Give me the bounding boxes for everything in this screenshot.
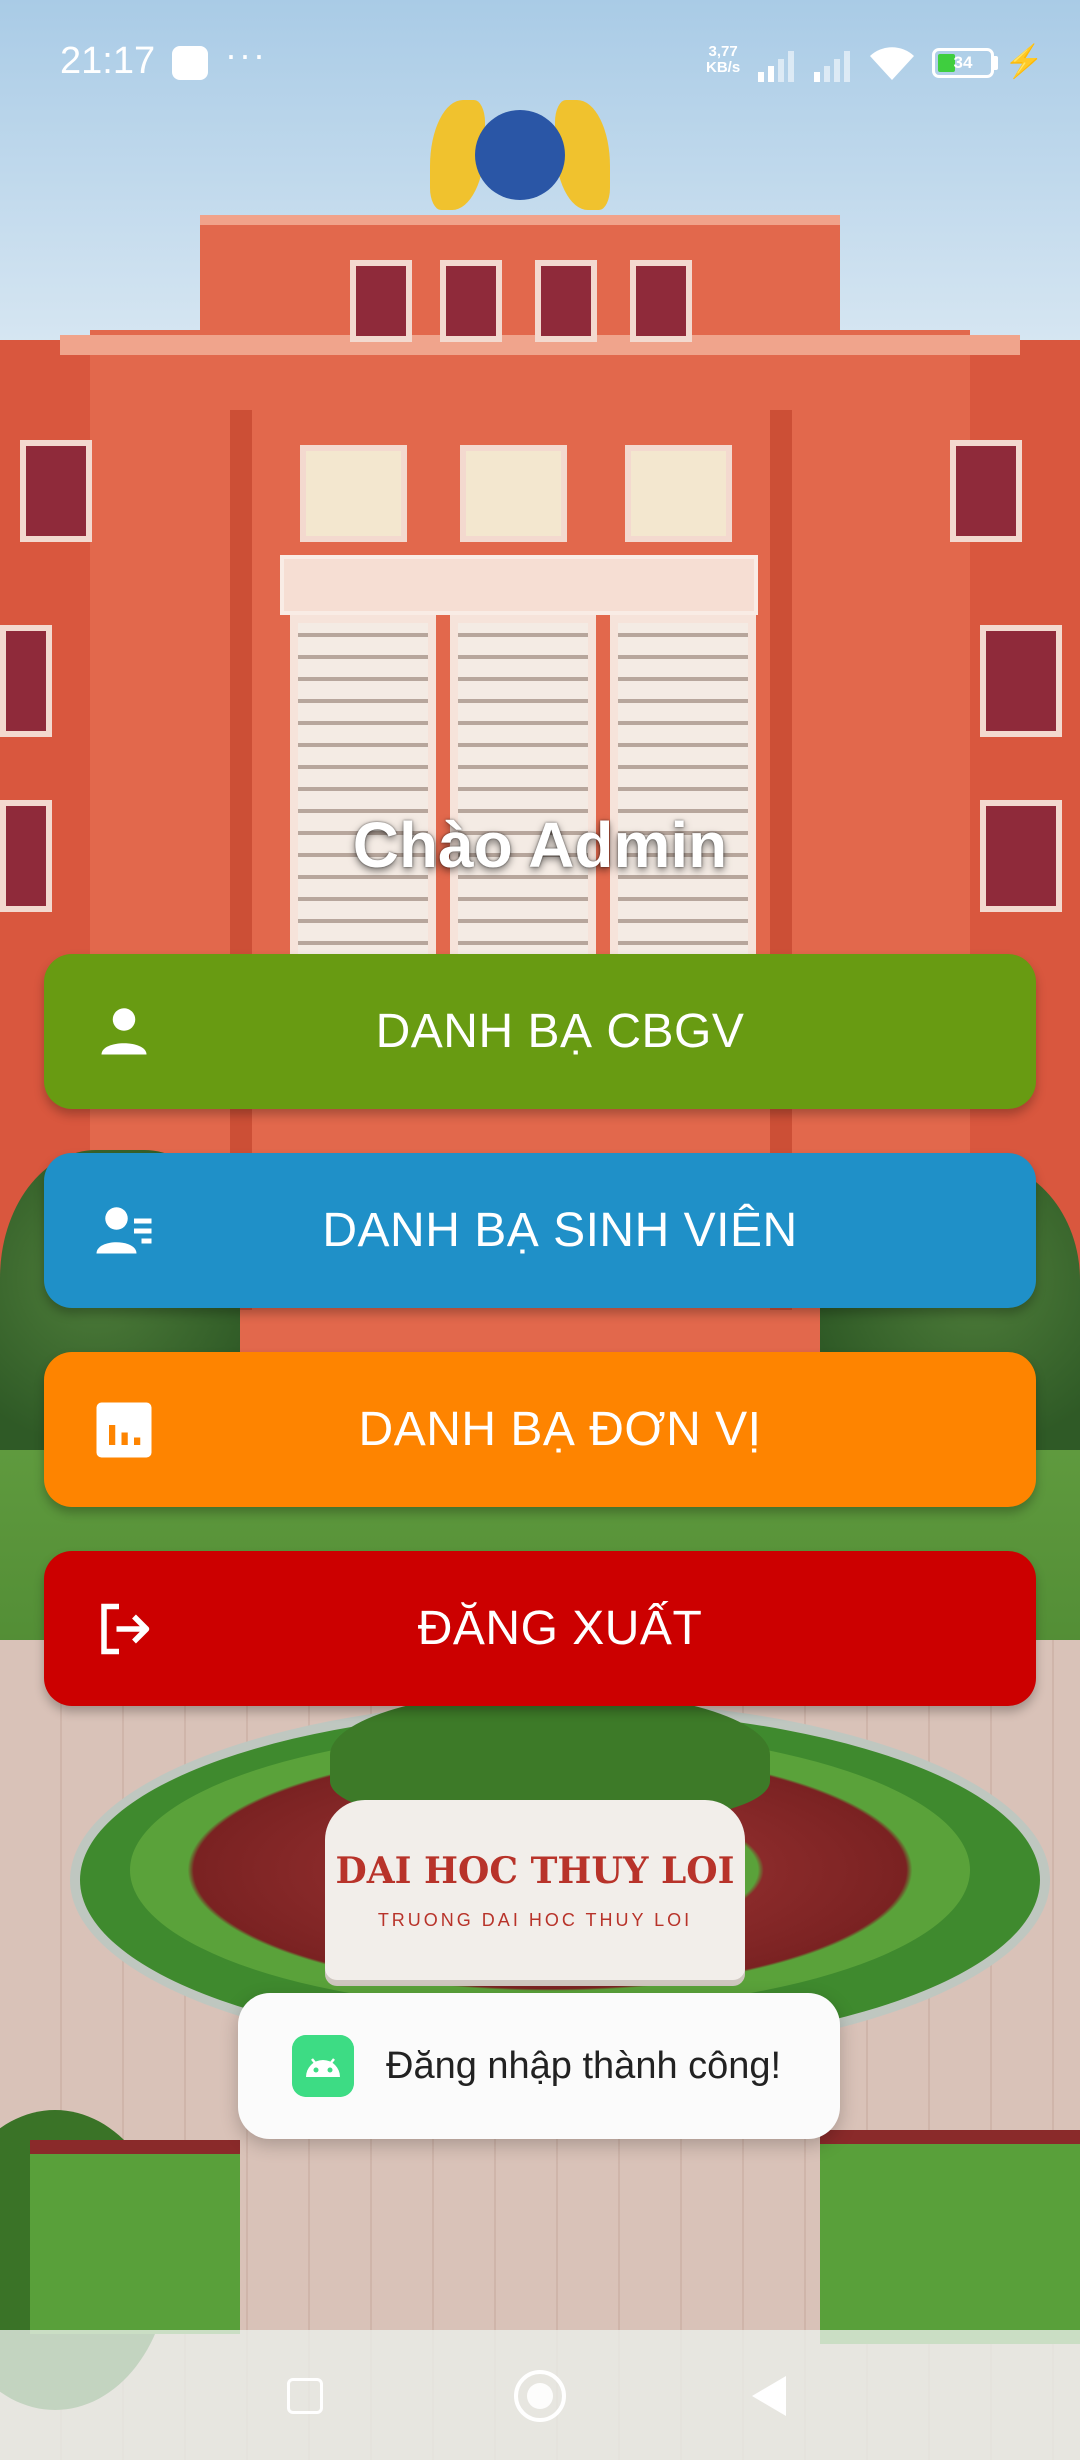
more-notifications-icon: ··· <box>225 34 267 75</box>
logout-icon <box>101 1603 150 1654</box>
window <box>440 260 502 342</box>
charging-icon: ⚡ <box>1004 43 1044 79</box>
facade-panel <box>610 615 756 971</box>
stone-title: DAI HOC THUY LOI <box>335 1850 735 1892</box>
window <box>300 445 407 542</box>
staff-directory-button[interactable]: DANH BẠ CBGV <box>44 954 1036 1109</box>
home-circle-icon[interactable] <box>514 2370 566 2422</box>
battery-cap <box>994 56 998 70</box>
navigation-bar <box>0 2330 1080 2460</box>
logout-button[interactable]: ĐĂNG XUẤT <box>44 1551 1036 1706</box>
network-speed-value: 3,77 <box>708 43 738 60</box>
window <box>630 260 692 342</box>
flower-bed-right <box>820 2130 1080 2344</box>
person-icon <box>101 1007 147 1054</box>
window <box>20 440 92 542</box>
status-bar: 21:17 ··· 3,77 KB/s 34 ⚡ <box>0 0 1080 120</box>
bar-chart-icon <box>96 1402 152 1457</box>
staff-directory-label: DANH BẠ CBGV <box>375 1005 745 1058</box>
student-directory-label: DANH BẠ SINH VIÊN <box>322 1204 798 1257</box>
flower-bed-left <box>30 2140 240 2334</box>
facade-panel <box>290 615 436 971</box>
network-speed-unit: KB/s <box>706 59 741 76</box>
login-success-toast: Đăng nhập thành công! <box>238 1993 840 2139</box>
building-sign <box>280 555 758 615</box>
greeting-title: Chào Admin <box>352 809 728 881</box>
window <box>350 260 412 342</box>
department-directory-button[interactable]: DANH BẠ ĐƠN VỊ <box>44 1352 1036 1507</box>
toast-message: Đăng nhập thành công! <box>386 2045 782 2087</box>
signal-icon <box>758 51 794 82</box>
notification-app-icon <box>172 46 208 80</box>
stone-subtitle: TRUONG DAI HOC THUY LOI <box>377 1910 693 1930</box>
recents-square-icon[interactable] <box>287 2378 323 2414</box>
window <box>980 625 1062 737</box>
student-directory-button[interactable]: DANH BẠ SINH VIÊN <box>44 1153 1036 1308</box>
wifi-icon <box>870 47 914 80</box>
battery-icon: 34 <box>932 48 994 78</box>
window <box>460 445 567 542</box>
network-speed: 3,77 KB/s <box>706 44 740 76</box>
university-stone: DAI HOC THUY LOI TRUONG DAI HOC THUY LOI <box>325 1800 745 1980</box>
signal-icon-sim2 <box>814 51 850 82</box>
status-time: 21:17 <box>60 40 156 82</box>
battery-level: 34 <box>953 53 973 72</box>
person-list-icon <box>96 1206 152 1253</box>
window <box>0 625 52 737</box>
android-icon <box>292 2035 354 2097</box>
back-triangle-icon[interactable] <box>752 2376 786 2416</box>
window <box>950 440 1022 542</box>
window <box>535 260 597 342</box>
department-directory-label: DANH BẠ ĐƠN VỊ <box>358 1403 762 1456</box>
logout-label: ĐĂNG XUẤT <box>417 1602 703 1655</box>
window <box>625 445 732 542</box>
facade-panel <box>450 615 596 971</box>
